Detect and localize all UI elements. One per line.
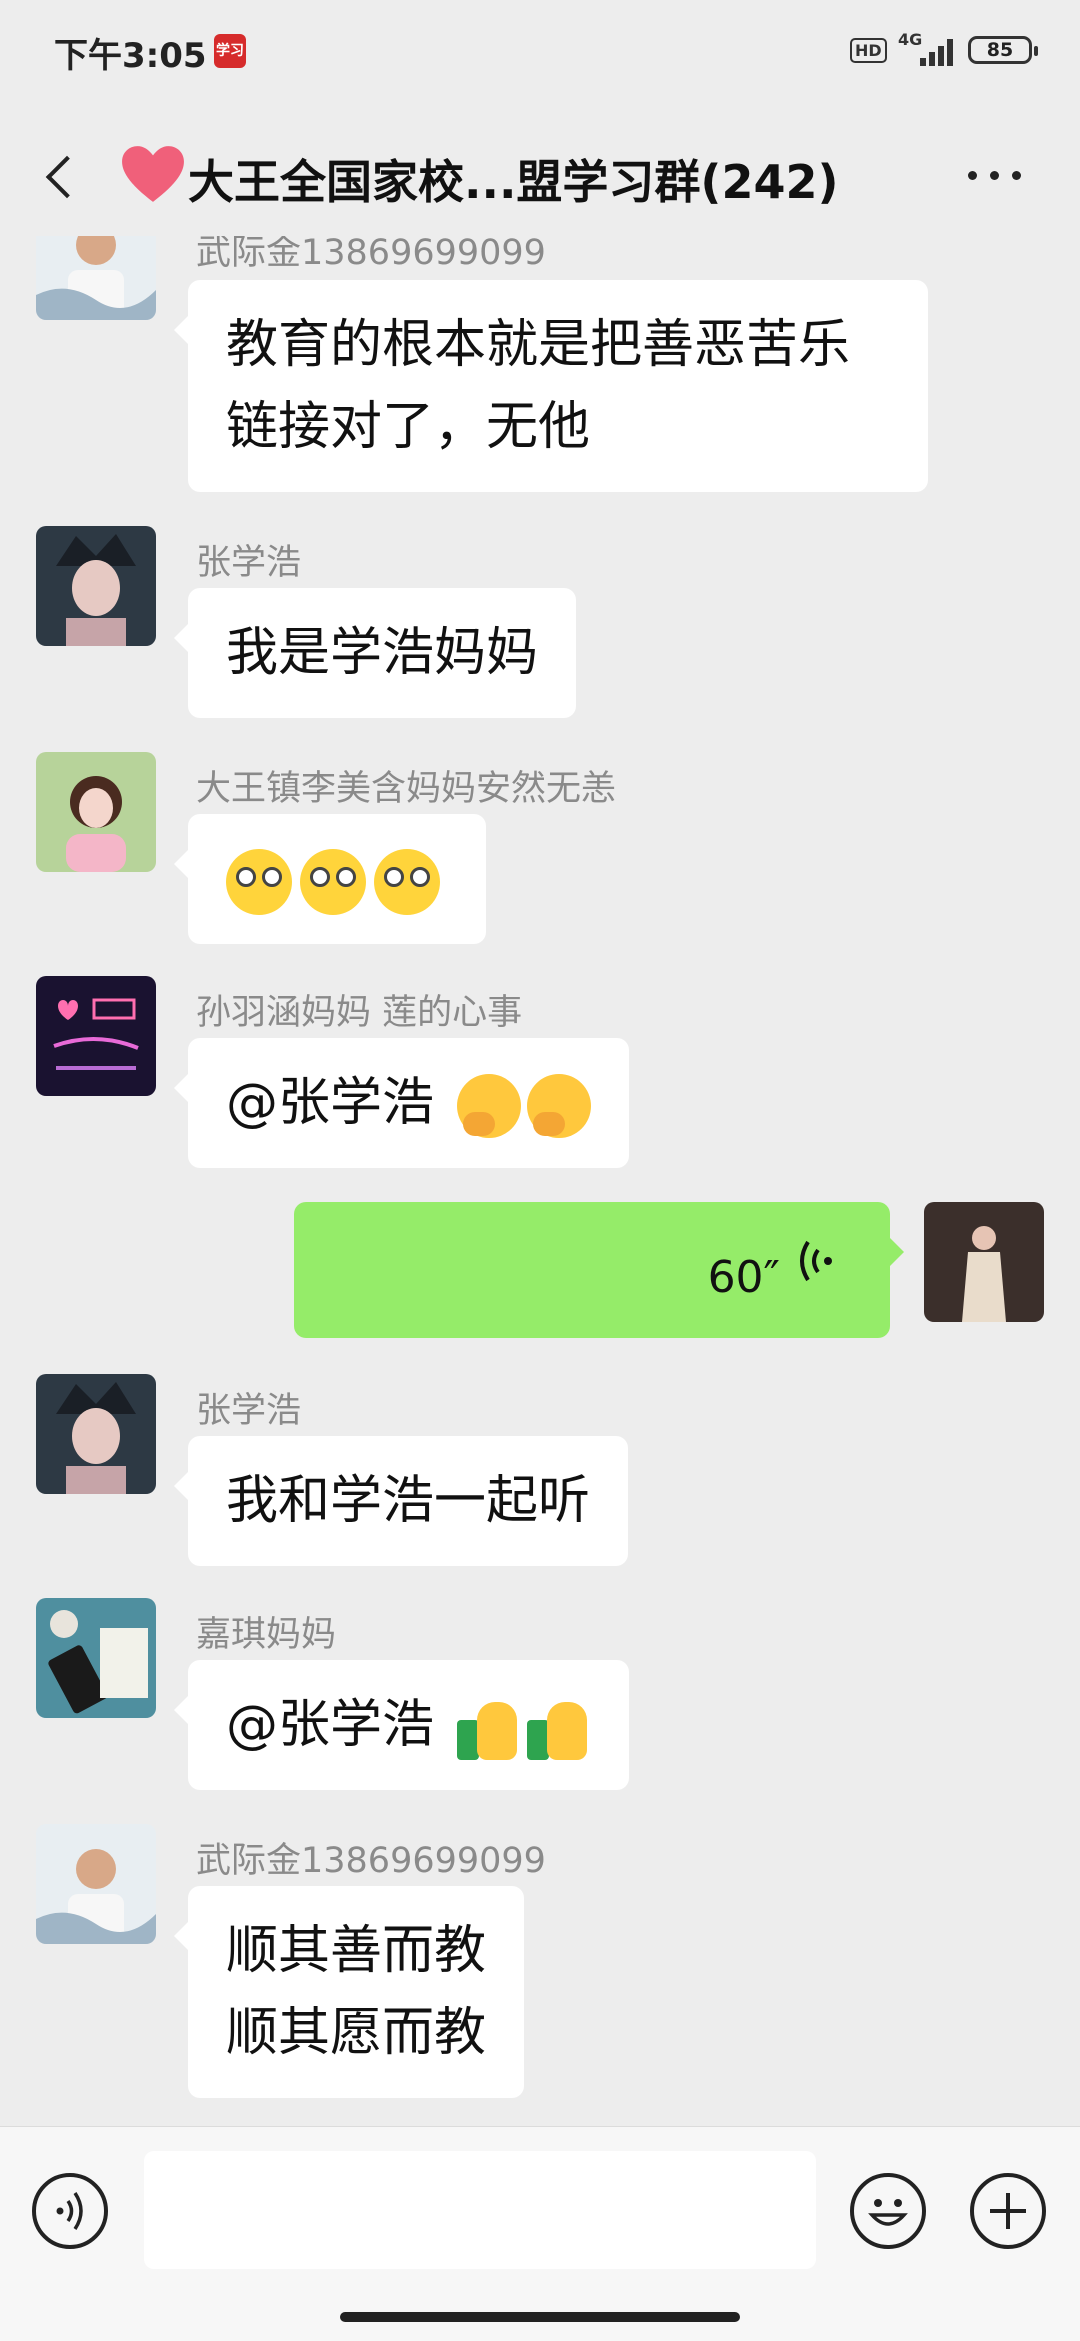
message-bubble[interactable]: @张学浩 [174, 1038, 629, 1168]
emoji-button[interactable] [850, 2173, 926, 2249]
hugging-face-icon [526, 1074, 591, 1138]
pleading-face-icon [300, 849, 366, 915]
chat-header: 大王全国家校...盟学习群(242) [0, 120, 1080, 240]
plus-icon [990, 2193, 1026, 2229]
back-button[interactable] [36, 140, 96, 210]
battery-icon: 85 [968, 36, 1038, 64]
voice-input-button[interactable] [32, 2173, 108, 2249]
more-functions-button[interactable] [970, 2173, 1046, 2249]
avatar[interactable] [36, 526, 156, 646]
voice-message-bubble[interactable]: 60″ [294, 1202, 904, 1338]
avatar[interactable] [36, 236, 156, 320]
message-text: 教育的根本就是把善恶苦乐 [226, 315, 851, 375]
pleading-face-icon [374, 849, 440, 915]
message-text: 顺其愿而教 [226, 2003, 487, 2063]
message-text: 我和学浩一起听 [226, 1471, 591, 1531]
message-input[interactable] [144, 2151, 816, 2269]
message-bubble[interactable] [174, 814, 486, 944]
signal-icon [918, 36, 958, 66]
sender-name: 大王镇李美含妈妈安然无恙 [196, 769, 617, 809]
avatar[interactable] [36, 1374, 156, 1494]
status-bar: 下午3:05 学习 HD 4G 85 [0, 0, 1080, 100]
voice-duration: 60″ [707, 1252, 780, 1303]
page-title: 大王全国家校...盟学习群(242) [188, 155, 839, 209]
more-options-button[interactable] [960, 160, 1030, 190]
avatar[interactable] [36, 976, 156, 1096]
avatar[interactable] [924, 1202, 1044, 1322]
smiley-icon [868, 2199, 908, 2226]
thumbs-up-icon [456, 1696, 521, 1760]
input-bar [0, 2126, 1080, 2341]
avatar[interactable] [36, 1824, 156, 1944]
sender-name: 武际金13869699099 [196, 236, 546, 273]
app-notification-icon: 学习 [214, 34, 246, 68]
heart-icon [122, 146, 184, 202]
message-text: 顺其善而教 [226, 1921, 487, 1981]
voice-icon [56, 2192, 83, 2230]
home-indicator[interactable] [340, 2312, 740, 2322]
message-text: 我是学浩妈妈 [226, 623, 539, 683]
message-bubble[interactable]: @张学浩 [174, 1660, 629, 1790]
message-bubble[interactable]: 我是学浩妈妈 [173, 588, 577, 718]
sender-name: 张学浩 [196, 543, 302, 583]
avatar[interactable] [36, 752, 156, 872]
hd-icon: HD [850, 38, 887, 63]
message-bubble[interactable]: 教育的根本就是把善恶苦乐 链接对了，无他 [174, 280, 928, 492]
avatar[interactable] [36, 1598, 156, 1718]
message-bubble[interactable]: 我和学浩一起听 [173, 1436, 629, 1566]
mention-text: @张学浩 [226, 1695, 451, 1755]
sender-name: 嘉琪妈妈 [196, 1615, 337, 1655]
message-bubble[interactable]: 顺其善而教 顺其愿而教 [173, 1886, 525, 2098]
sender-name: 张学浩 [196, 1391, 302, 1431]
sender-name: 孙羽涵妈妈 莲的心事 [196, 993, 523, 1033]
hugging-face-icon [456, 1074, 521, 1138]
sender-name: 武际金13869699099 [196, 1841, 546, 1881]
status-time: 下午3:05 [54, 36, 207, 76]
message-text: 链接对了，无他 [226, 397, 591, 457]
thumbs-up-icon [526, 1696, 591, 1760]
voice-wave-icon [800, 1240, 832, 1282]
pleading-face-icon [226, 849, 292, 915]
mention-text: @张学浩 [226, 1073, 451, 1133]
message-list[interactable]: 武际金13869699099 教育的根本就是把善恶苦乐 链接对了，无他 张学浩 … [0, 236, 1080, 2126]
